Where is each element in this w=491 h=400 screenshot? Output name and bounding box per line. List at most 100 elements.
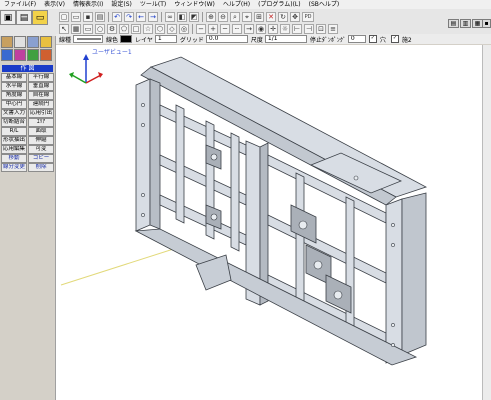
- menu-tools[interactable]: ツール(T): [136, 0, 170, 9]
- cmd-line-change[interactable]: 線分変更: [1, 163, 27, 172]
- snap-select[interactable]: 0: [347, 35, 366, 43]
- tool-h-icon[interactable]: [40, 49, 52, 61]
- redraw-icon[interactable]: ↻: [278, 11, 288, 22]
- ring-icon[interactable]: ◎: [179, 23, 189, 34]
- cmd-angle-line[interactable]: 角度線: [1, 91, 27, 100]
- star-icon[interactable]: ☆: [143, 23, 153, 34]
- cmd-stretch[interactable]: 伸縮: [28, 136, 54, 145]
- menu-view[interactable]: 表示(V): [40, 0, 69, 9]
- right-post-1: [295, 172, 305, 310]
- grid-icon[interactable]: ▦: [71, 23, 81, 34]
- menu-program[interactable]: (プログラム)(L): [254, 0, 305, 9]
- hexagon-icon[interactable]: ⬡: [155, 23, 165, 34]
- rect-icon[interactable]: ▭: [83, 23, 93, 34]
- cmd-vertical-line[interactable]: 垂直線: [28, 82, 54, 91]
- cmd-chamfer[interactable]: 面取: [28, 127, 54, 136]
- separator: [192, 23, 193, 34]
- drawing-viewport[interactable]: ユーザビュー1: [56, 45, 482, 400]
- snap-icon[interactable]: ⊡: [316, 23, 326, 34]
- save-tool-icon[interactable]: ▤: [16, 10, 32, 25]
- gear-icon[interactable]: ⚙: [107, 23, 117, 34]
- color-select[interactable]: [120, 35, 133, 43]
- redo-icon[interactable]: ↷: [124, 11, 134, 22]
- grid-select[interactable]: 0.0: [205, 35, 248, 43]
- tool-f-icon[interactable]: [14, 49, 26, 61]
- menu-file[interactable]: ファイル(F): [0, 0, 40, 9]
- menu-help[interactable]: ヘルプ(H): [219, 0, 254, 9]
- pd-icon[interactable]: PD: [302, 11, 314, 22]
- minus-icon[interactable]: −: [196, 23, 206, 34]
- tool-a-icon[interactable]: [1, 36, 13, 48]
- tool-d-icon[interactable]: [40, 36, 52, 48]
- close-view-icon[interactable]: ✕: [266, 11, 276, 22]
- vertical-scrollbar[interactable]: [482, 45, 491, 400]
- scale-select[interactable]: 1/1: [264, 35, 307, 43]
- open-file-icon[interactable]: ▭: [71, 11, 81, 22]
- tool-b-icon[interactable]: [14, 36, 26, 48]
- cmd-copy[interactable]: コピー: [28, 154, 54, 163]
- cmd-parallel-line[interactable]: 平行線: [28, 73, 54, 82]
- window-menu-icon[interactable]: ▪: [482, 19, 491, 28]
- zoom-in-icon[interactable]: ⊕: [206, 11, 216, 22]
- cmd-center-circle[interactable]: 中心円: [1, 100, 27, 109]
- open-folder-icon[interactable]: ▭: [32, 10, 48, 25]
- link-icon[interactable]: ∞: [165, 11, 175, 22]
- new-file-icon[interactable]: ▢: [59, 11, 69, 22]
- tool-g-icon[interactable]: [27, 49, 39, 61]
- circle-icon[interactable]: ○: [95, 23, 105, 34]
- menu-settings[interactable]: 設定(S): [107, 0, 136, 9]
- sun-icon[interactable]: ☼: [280, 23, 290, 34]
- tile-window-icon[interactable]: ▤: [448, 19, 459, 28]
- cmd-cut-join[interactable]: 切断結合: [1, 118, 27, 127]
- cmd-leader[interactable]: 応用引出: [28, 109, 54, 118]
- select-tool-icon[interactable]: ▣: [0, 10, 16, 25]
- cmd-delete[interactable]: 削除: [28, 163, 54, 172]
- zoom-out-icon[interactable]: ⊖: [218, 11, 228, 22]
- cube-icon[interactable]: ◩: [189, 11, 199, 22]
- arrow-left-icon[interactable]: ←: [136, 11, 146, 22]
- plus-icon[interactable]: +: [208, 23, 218, 34]
- zoom-all-icon[interactable]: ⊞: [254, 11, 264, 22]
- linetype-select[interactable]: [73, 35, 104, 43]
- print-icon[interactable]: ▤: [95, 11, 105, 22]
- dimension-icon[interactable]: ⊣: [304, 23, 314, 34]
- cmd-text-input[interactable]: 文書入力: [1, 109, 27, 118]
- cmd-free-line[interactable]: 自在線: [28, 91, 54, 100]
- tool-c-icon[interactable]: [27, 36, 39, 48]
- cmd-variable[interactable]: 可変: [28, 145, 54, 154]
- cmd-basic-line[interactable]: 基本線: [1, 73, 27, 82]
- cascade-window-icon[interactable]: ▥: [460, 19, 471, 28]
- zoom-fit-icon[interactable]: ⌖: [242, 11, 252, 22]
- pointer-icon[interactable]: ↖: [59, 23, 69, 34]
- cmd-round[interactable]: R/L: [1, 127, 27, 136]
- layer-list-icon[interactable]: ≡: [328, 23, 338, 34]
- menu-info[interactable]: 情報表示(I): [69, 0, 107, 9]
- tool-e-icon[interactable]: [1, 49, 13, 61]
- cmd-move[interactable]: 移動: [1, 154, 27, 163]
- hole-checkbox[interactable]: ✓: [368, 35, 377, 43]
- zoom-window-icon[interactable]: ⌕: [230, 11, 240, 22]
- cmd-advanced-edit[interactable]: 応用編集: [1, 145, 27, 154]
- cross-icon[interactable]: ✛: [268, 23, 278, 34]
- arrow-icon[interactable]: →: [244, 23, 254, 34]
- cmd-area[interactable]: ｴﾘｱ: [28, 118, 54, 127]
- diamond-icon[interactable]: ◇: [167, 23, 177, 34]
- layer-select[interactable]: 1: [154, 35, 177, 43]
- cmd-continuous-circle[interactable]: 連続円: [28, 100, 54, 109]
- pan-icon[interactable]: ✥: [290, 11, 300, 22]
- layer-icon[interactable]: ◧: [177, 11, 187, 22]
- save-icon[interactable]: ▪: [83, 11, 93, 22]
- menu-window[interactable]: ウィンドウ(W): [170, 0, 219, 9]
- undo-icon[interactable]: ↶: [112, 11, 122, 22]
- cmd-horizontal-line[interactable]: 水平線: [1, 82, 27, 91]
- arrow-right-icon[interactable]: →: [148, 11, 158, 22]
- dash-icon[interactable]: ┄: [232, 23, 242, 34]
- apply2-checkbox[interactable]: ✓: [390, 35, 399, 43]
- cmd-shape-extract[interactable]: 形状抽出: [1, 136, 27, 145]
- polygon-icon[interactable]: ⬠: [119, 23, 129, 34]
- line-icon[interactable]: ─: [220, 23, 230, 34]
- target-icon[interactable]: ◉: [256, 23, 266, 34]
- measure-icon[interactable]: ⊢: [292, 23, 302, 34]
- menu-sb-help[interactable]: (SBヘルプ): [305, 0, 344, 9]
- square-icon[interactable]: □: [131, 23, 141, 34]
